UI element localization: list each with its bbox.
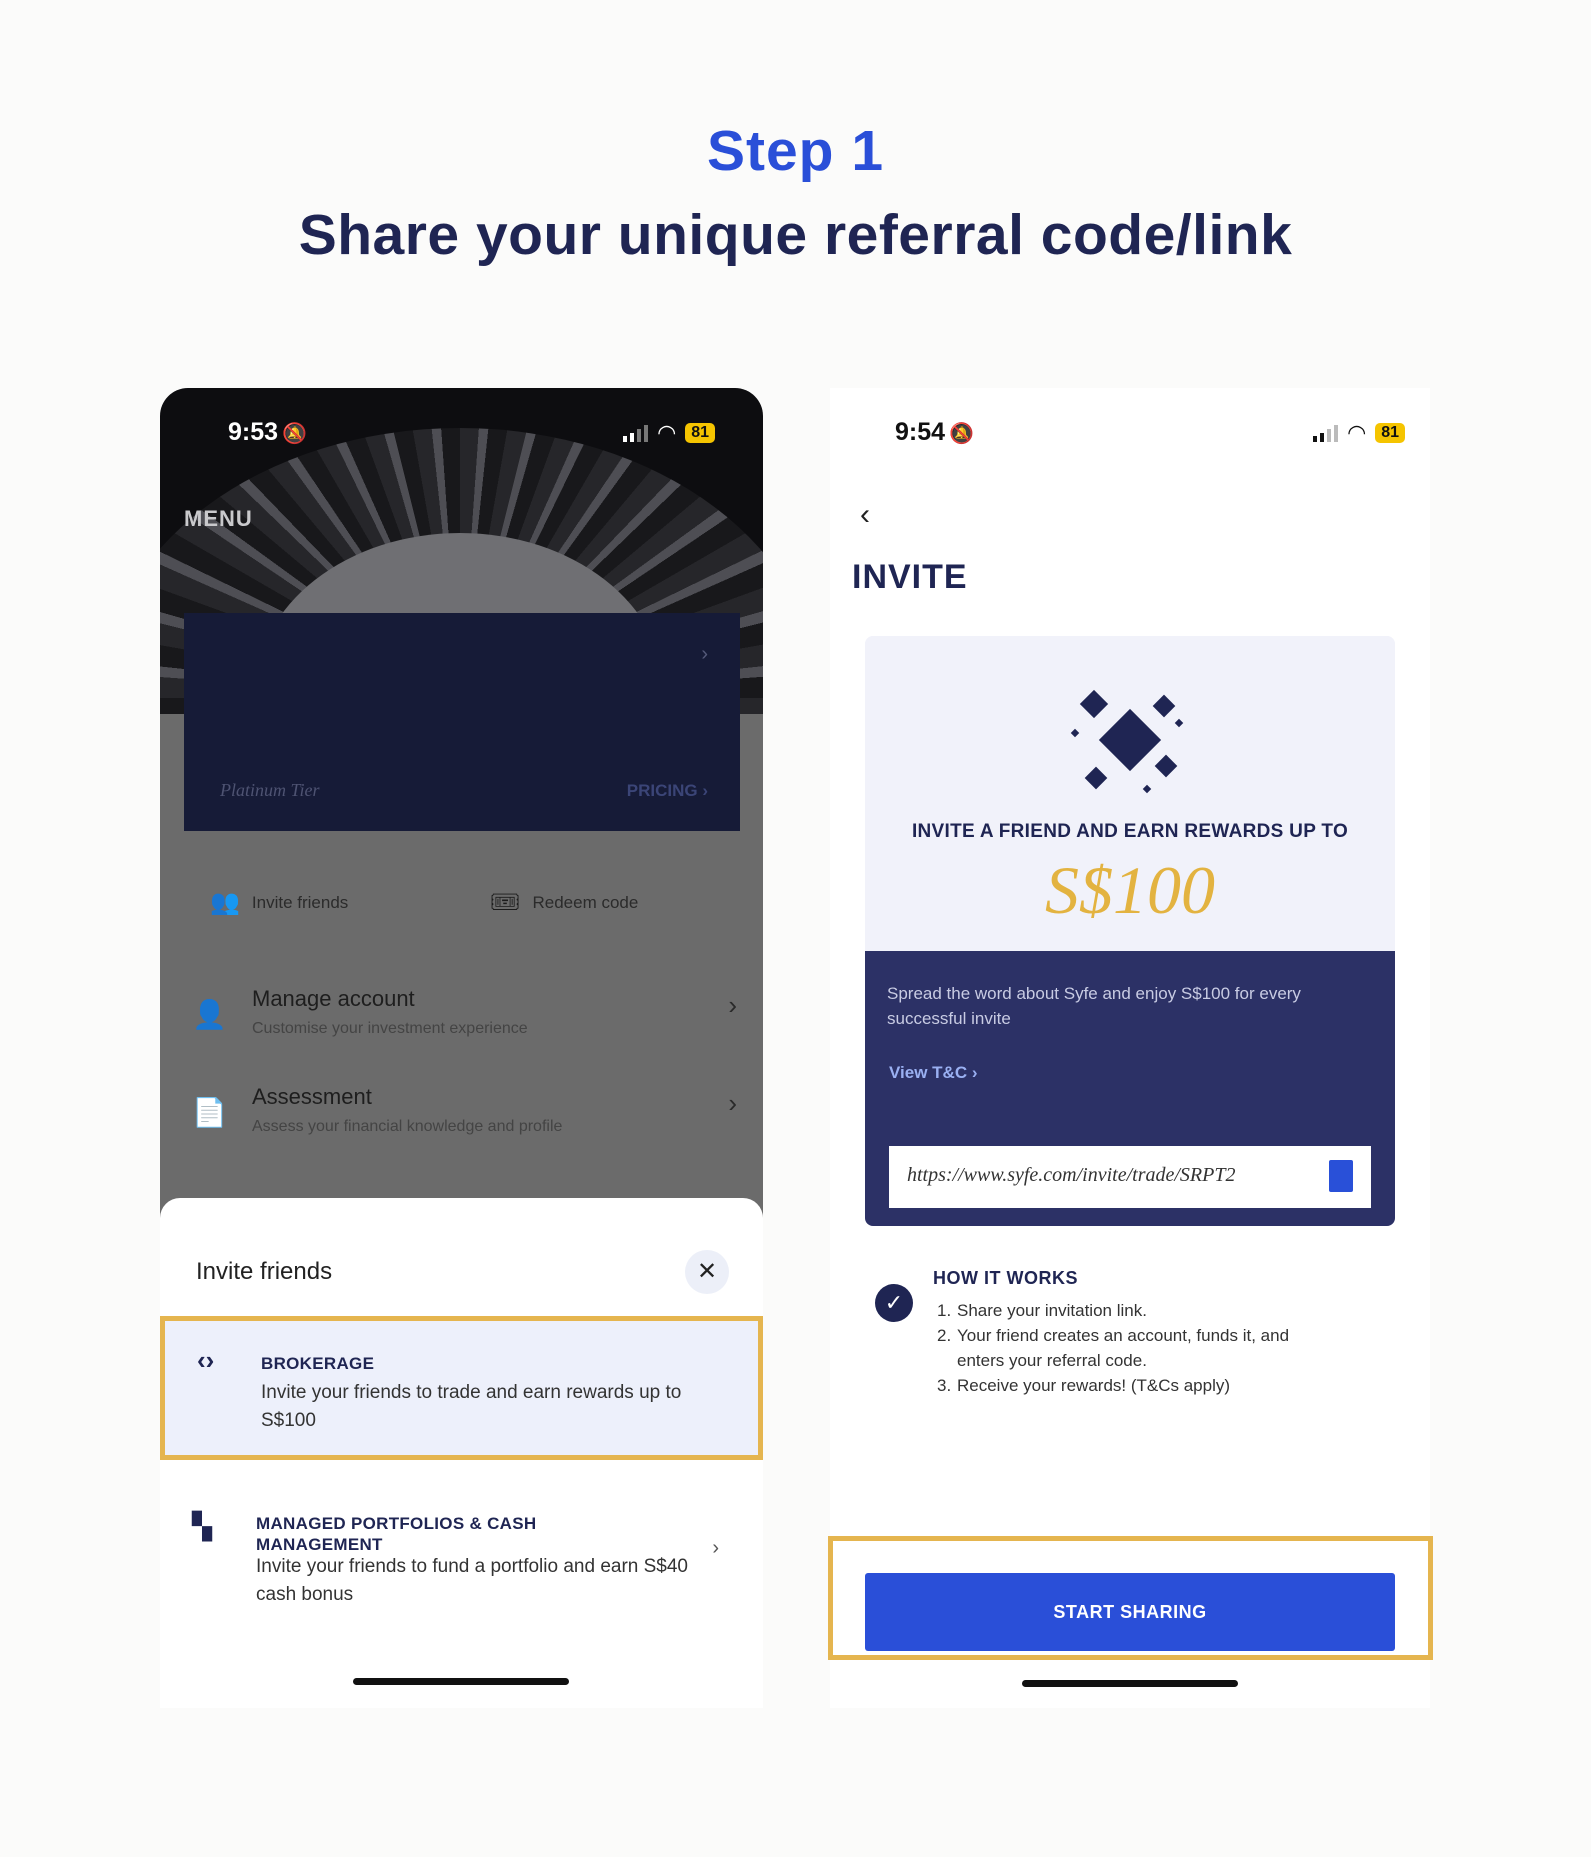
menu-label: MENU (184, 506, 253, 531)
view-tc-link[interactable]: View T&C › (889, 1063, 977, 1083)
option-description: Invite your friends to fund a portfolio … (256, 1556, 688, 1605)
home-indicator (353, 1678, 569, 1685)
wifi-icon: ◠ (658, 420, 676, 445)
home-indicator (1022, 1680, 1238, 1687)
bell-muted-icon: 🔕 (282, 423, 307, 445)
quick-action-label: Redeem code (532, 892, 639, 912)
referral-link-text: https://www.syfe.com/invite/trade/SRPT2 (907, 1164, 1236, 1186)
syfe-diamond-icon (1070, 686, 1190, 796)
close-icon[interactable]: ✕ (685, 1250, 729, 1294)
how-it-works-section: ✓ HOW IT WORKS 1. Share your invitation l… (875, 1268, 1395, 1448)
person-icon: 👤 (192, 999, 227, 1030)
how-it-works-list: 1. Share your invitation link. 2. Your fri… (937, 1298, 1337, 1398)
start-sharing-button[interactable]: START SHARING (865, 1573, 1395, 1651)
tier-name: Platinum Tier (220, 780, 320, 800)
battery-icon: 81 (1375, 423, 1405, 443)
invite-card: INVITE A FRIEND AND EARN REWARDS UP TO S… (865, 636, 1395, 1226)
invite-friends-quick-action[interactable]: 👥 Invite friends (210, 888, 348, 917)
left-phone-screenshot: 9:53 🔕 ◠ 81 MENU › Platinum Tier PRICING … (160, 388, 763, 1708)
managed-portfolios-option[interactable]: ▚ MANAGED PORTFOLIOS & CASH MANAGEMENT I… (160, 1493, 763, 1623)
list-item: 2. Your friend creates an account, funds … (937, 1326, 1290, 1370)
list-item: 3. Receive your rewards! (T&Cs apply) (937, 1376, 1231, 1395)
portfolio-icon: ▚ (192, 1511, 212, 1541)
invite-card-body: Spread the word about Syfe and enjoy S$1… (865, 951, 1395, 1226)
how-it-works-title: HOW IT WORKS (933, 1268, 1078, 1288)
status-time: 9:53 🔕 (228, 418, 307, 446)
battery-icon: 81 (685, 423, 715, 443)
pricing-link[interactable]: PRICING › (627, 781, 708, 801)
status-icons: ◠ 81 (1313, 420, 1405, 446)
brokerage-option[interactable]: ‹› BROKERAGE Invite your friends to trad… (160, 1316, 763, 1460)
chevron-right-icon: › (701, 643, 708, 665)
chevron-right-icon: › (728, 1088, 737, 1118)
ticket-icon: 🎟 (490, 889, 521, 916)
page-title: INVITE (852, 558, 968, 596)
menu-item-subtitle: Customise your investment experience (252, 1020, 528, 1037)
menu-item-subtitle: Assess your financial knowledge and prof… (252, 1118, 563, 1135)
list-item: 1. Share your invitation link. (937, 1301, 1147, 1320)
page-header: Step 1 Share your unique referral code/l… (0, 118, 1591, 268)
invite-description: Spread the word about Syfe and enjoy S$1… (887, 984, 1301, 1028)
right-phone-screenshot: 9:54 🔕 ◠ 81 ‹ INVITE INVITE A FRIEND AND … (828, 388, 1433, 1708)
document-icon: 📄 (192, 1097, 227, 1128)
option-description: Invite your friends to trade and earn re… (261, 1382, 682, 1431)
check-circle-icon: ✓ (875, 1284, 913, 1322)
step-heading: Step 1 (706, 119, 885, 183)
chevron-right-icon: › (712, 1537, 719, 1559)
menu-item-manage-account[interactable]: 👤 Manage account Customise your investme… (192, 986, 737, 1066)
add-person-icon: 👥 (210, 889, 240, 916)
redeem-code-quick-action[interactable]: 🎟 Redeem code (490, 888, 638, 917)
signal-icon (623, 424, 649, 442)
signal-icon (1313, 424, 1339, 442)
back-arrow-icon[interactable]: ‹ (860, 498, 870, 532)
status-bar: 9:54 🔕 ◠ 81 (830, 418, 1430, 458)
status-time: 9:54 🔕 (895, 418, 974, 446)
brokerage-icon: ‹› (197, 1345, 215, 1375)
wifi-icon: ◠ (1348, 420, 1366, 445)
copy-icon[interactable] (1324, 1160, 1354, 1203)
reward-amount: S$100 (1045, 852, 1215, 928)
quick-action-label: Invite friends (251, 892, 349, 912)
status-bar: 9:53 🔕 ◠ 81 (160, 418, 763, 458)
invite-card-header: INVITE A FRIEND AND EARN REWARDS UP TO S… (865, 636, 1395, 951)
option-title: MANAGED PORTFOLIOS & CASH MANAGEMENT (256, 1514, 537, 1554)
tier-card[interactable]: › Platinum Tier PRICING › (184, 613, 740, 831)
menu-item-title: Manage account (252, 986, 415, 1011)
bell-muted-icon: 🔕 (949, 423, 974, 445)
referral-link-field[interactable]: https://www.syfe.com/invite/trade/SRPT2 (889, 1146, 1371, 1208)
sheet-title: Invite friends (196, 1258, 333, 1285)
menu-item-title: Assessment (252, 1084, 372, 1109)
option-title: BROKERAGE (261, 1354, 375, 1373)
menu-item-assessment[interactable]: 📄 Assessment Assess your financial knowl… (192, 1084, 737, 1164)
step-subtitle: Share your unique referral code/link (298, 203, 1293, 267)
invite-headline: INVITE A FRIEND AND EARN REWARDS UP TO (911, 821, 1349, 842)
chevron-right-icon: › (728, 990, 737, 1020)
status-icons: ◠ 81 (623, 420, 715, 446)
